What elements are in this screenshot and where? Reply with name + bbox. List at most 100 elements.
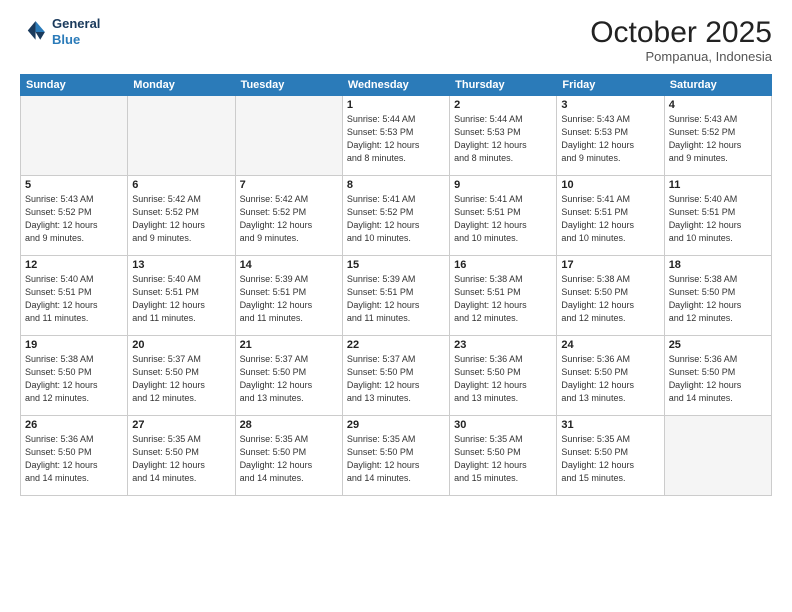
calendar-cell: 1 Sunrise: 5:44 AM Sunset: 5:53 PM Daylig… <box>342 96 449 176</box>
calendar-cell: 2 Sunrise: 5:44 AM Sunset: 5:53 PM Daylig… <box>450 96 557 176</box>
logo: General Blue <box>20 16 100 47</box>
day-info: Sunrise: 5:37 AM Sunset: 5:50 PM Dayligh… <box>240 353 338 405</box>
day-number: 2 <box>454 99 552 111</box>
day-info: Sunrise: 5:39 AM Sunset: 5:51 PM Dayligh… <box>347 273 445 325</box>
day-info: Sunrise: 5:36 AM Sunset: 5:50 PM Dayligh… <box>454 353 552 405</box>
day-number: 20 <box>132 339 230 351</box>
calendar-cell: 9 Sunrise: 5:41 AM Sunset: 5:51 PM Daylig… <box>450 176 557 256</box>
logo-text: General Blue <box>52 16 100 47</box>
calendar-cell: 25Sunrise: 5:36 AM Sunset: 5:50 PM Dayli… <box>664 336 771 416</box>
day-number: 4 <box>669 99 767 111</box>
day-number: 11 <box>669 179 767 191</box>
calendar-body: 1 Sunrise: 5:44 AM Sunset: 5:53 PM Daylig… <box>21 96 772 496</box>
calendar-cell: 24Sunrise: 5:36 AM Sunset: 5:50 PM Dayli… <box>557 336 664 416</box>
day-number: 6 <box>132 179 230 191</box>
calendar-cell: 11 Sunrise: 5:40 AM Sunset: 5:51 PM Dayli… <box>664 176 771 256</box>
day-number: 29 <box>347 419 445 431</box>
day-number: 19 <box>25 339 123 351</box>
day-info: Sunrise: 5:35 AM Sunset: 5:50 PM Dayligh… <box>454 433 552 485</box>
page: General Blue October 2025 Pompanua, Indo… <box>0 0 792 612</box>
day-info: Sunrise: 5:44 AM Sunset: 5:53 PM Dayligh… <box>347 113 445 165</box>
week-row-4: 26 Sunrise: 5:36 AM Sunset: 5:50 PM Dayli… <box>21 416 772 496</box>
day-number: 9 <box>454 179 552 191</box>
week-row-1: 5 Sunrise: 5:43 AM Sunset: 5:52 PM Daylig… <box>21 176 772 256</box>
day-info: Sunrise: 5:35 AM Sunset: 5:50 PM Dayligh… <box>347 433 445 485</box>
calendar-cell <box>664 416 771 496</box>
calendar-cell: 16Sunrise: 5:38 AM Sunset: 5:51 PM Dayli… <box>450 256 557 336</box>
day-info: Sunrise: 5:41 AM Sunset: 5:51 PM Dayligh… <box>454 193 552 245</box>
day-number: 5 <box>25 179 123 191</box>
calendar-cell: 26 Sunrise: 5:36 AM Sunset: 5:50 PM Dayli… <box>21 416 128 496</box>
calendar-cell: 14Sunrise: 5:39 AM Sunset: 5:51 PM Dayli… <box>235 256 342 336</box>
calendar-cell: 4 Sunrise: 5:43 AM Sunset: 5:52 PM Daylig… <box>664 96 771 176</box>
weekday-monday: Monday <box>128 75 235 96</box>
day-number: 31 <box>561 419 659 431</box>
calendar-cell: 20 Sunrise: 5:37 AM Sunset: 5:50 PM Dayli… <box>128 336 235 416</box>
day-info: Sunrise: 5:36 AM Sunset: 5:50 PM Dayligh… <box>25 433 123 485</box>
logo-icon <box>20 18 48 46</box>
day-info: Sunrise: 5:40 AM Sunset: 5:51 PM Dayligh… <box>132 273 230 325</box>
day-info: Sunrise: 5:37 AM Sunset: 5:50 PM Dayligh… <box>132 353 230 405</box>
day-info: Sunrise: 5:41 AM Sunset: 5:51 PM Dayligh… <box>561 193 659 245</box>
calendar-cell: 15 Sunrise: 5:39 AM Sunset: 5:51 PM Dayli… <box>342 256 449 336</box>
day-number: 26 <box>25 419 123 431</box>
calendar-cell: 8 Sunrise: 5:41 AM Sunset: 5:52 PM Daylig… <box>342 176 449 256</box>
day-info: Sunrise: 5:42 AM Sunset: 5:52 PM Dayligh… <box>240 193 338 245</box>
day-info: Sunrise: 5:43 AM Sunset: 5:53 PM Dayligh… <box>561 113 659 165</box>
day-number: 27 <box>132 419 230 431</box>
calendar-cell: 3 Sunrise: 5:43 AM Sunset: 5:53 PM Daylig… <box>557 96 664 176</box>
calendar: SundayMondayTuesdayWednesdayThursdayFrid… <box>20 74 772 496</box>
calendar-cell: 6 Sunrise: 5:42 AM Sunset: 5:52 PM Daylig… <box>128 176 235 256</box>
calendar-cell: 5 Sunrise: 5:43 AM Sunset: 5:52 PM Daylig… <box>21 176 128 256</box>
day-number: 8 <box>347 179 445 191</box>
day-info: Sunrise: 5:40 AM Sunset: 5:51 PM Dayligh… <box>25 273 123 325</box>
day-number: 15 <box>347 259 445 271</box>
day-number: 13 <box>132 259 230 271</box>
day-info: Sunrise: 5:38 AM Sunset: 5:50 PM Dayligh… <box>25 353 123 405</box>
title-block: October 2025 Pompanua, Indonesia <box>590 16 772 64</box>
day-number: 23 <box>454 339 552 351</box>
day-info: Sunrise: 5:41 AM Sunset: 5:52 PM Dayligh… <box>347 193 445 245</box>
calendar-cell: 22 Sunrise: 5:37 AM Sunset: 5:50 PM Dayli… <box>342 336 449 416</box>
day-info: Sunrise: 5:37 AM Sunset: 5:50 PM Dayligh… <box>347 353 445 405</box>
day-info: Sunrise: 5:44 AM Sunset: 5:53 PM Dayligh… <box>454 113 552 165</box>
day-info: Sunrise: 5:42 AM Sunset: 5:52 PM Dayligh… <box>132 193 230 245</box>
day-number: 3 <box>561 99 659 111</box>
weekday-header-row: SundayMondayTuesdayWednesdayThursdayFrid… <box>21 75 772 96</box>
day-info: Sunrise: 5:43 AM Sunset: 5:52 PM Dayligh… <box>25 193 123 245</box>
week-row-2: 12 Sunrise: 5:40 AM Sunset: 5:51 PM Dayli… <box>21 256 772 336</box>
calendar-cell: 19 Sunrise: 5:38 AM Sunset: 5:50 PM Dayli… <box>21 336 128 416</box>
day-number: 16 <box>454 259 552 271</box>
day-info: Sunrise: 5:39 AM Sunset: 5:51 PM Dayligh… <box>240 273 338 325</box>
calendar-cell: 30Sunrise: 5:35 AM Sunset: 5:50 PM Dayli… <box>450 416 557 496</box>
day-number: 22 <box>347 339 445 351</box>
weekday-friday: Friday <box>557 75 664 96</box>
day-number: 18 <box>669 259 767 271</box>
week-row-3: 19 Sunrise: 5:38 AM Sunset: 5:50 PM Dayli… <box>21 336 772 416</box>
calendar-cell: 10Sunrise: 5:41 AM Sunset: 5:51 PM Dayli… <box>557 176 664 256</box>
calendar-cell: 7Sunrise: 5:42 AM Sunset: 5:52 PM Daylig… <box>235 176 342 256</box>
day-info: Sunrise: 5:35 AM Sunset: 5:50 PM Dayligh… <box>561 433 659 485</box>
subtitle: Pompanua, Indonesia <box>590 49 772 64</box>
day-number: 12 <box>25 259 123 271</box>
day-info: Sunrise: 5:38 AM Sunset: 5:50 PM Dayligh… <box>561 273 659 325</box>
day-info: Sunrise: 5:43 AM Sunset: 5:52 PM Dayligh… <box>669 113 767 165</box>
calendar-cell: 13 Sunrise: 5:40 AM Sunset: 5:51 PM Dayli… <box>128 256 235 336</box>
header: General Blue October 2025 Pompanua, Indo… <box>20 16 772 64</box>
calendar-cell: 29 Sunrise: 5:35 AM Sunset: 5:50 PM Dayli… <box>342 416 449 496</box>
calendar-cell <box>21 96 128 176</box>
day-number: 17 <box>561 259 659 271</box>
calendar-cell: 28Sunrise: 5:35 AM Sunset: 5:50 PM Dayli… <box>235 416 342 496</box>
day-number: 25 <box>669 339 767 351</box>
weekday-saturday: Saturday <box>664 75 771 96</box>
day-info: Sunrise: 5:40 AM Sunset: 5:51 PM Dayligh… <box>669 193 767 245</box>
month-title: October 2025 <box>590 16 772 49</box>
day-number: 1 <box>347 99 445 111</box>
day-number: 28 <box>240 419 338 431</box>
calendar-cell: 17 Sunrise: 5:38 AM Sunset: 5:50 PM Dayli… <box>557 256 664 336</box>
calendar-cell: 31 Sunrise: 5:35 AM Sunset: 5:50 PM Dayli… <box>557 416 664 496</box>
weekday-sunday: Sunday <box>21 75 128 96</box>
day-info: Sunrise: 5:35 AM Sunset: 5:50 PM Dayligh… <box>132 433 230 485</box>
calendar-cell: 12 Sunrise: 5:40 AM Sunset: 5:51 PM Dayli… <box>21 256 128 336</box>
calendar-cell: 18Sunrise: 5:38 AM Sunset: 5:50 PM Dayli… <box>664 256 771 336</box>
